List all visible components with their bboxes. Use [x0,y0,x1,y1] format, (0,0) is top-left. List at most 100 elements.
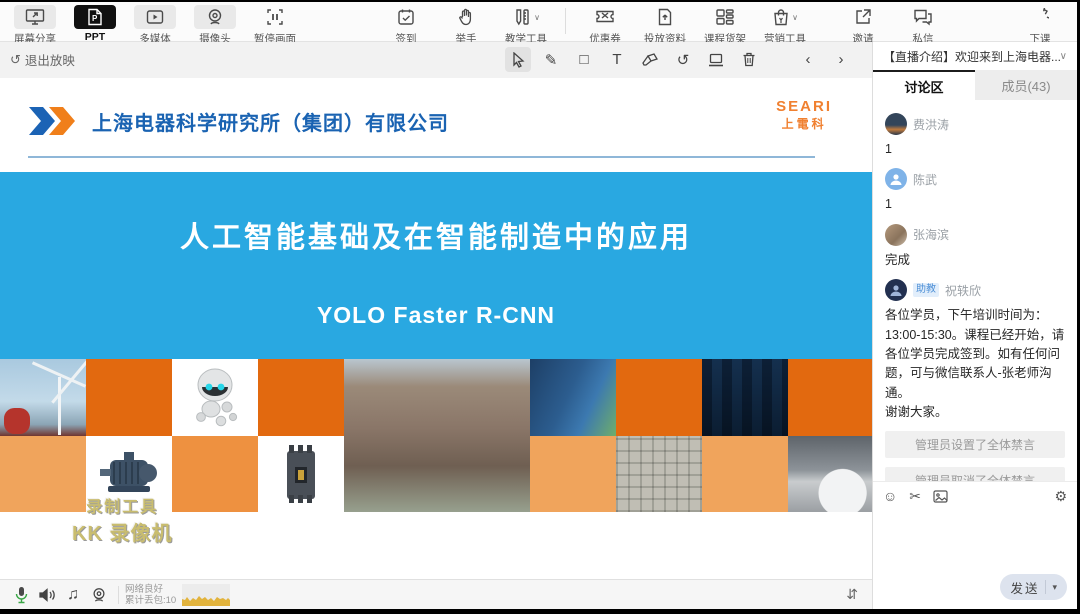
send-button[interactable]: 发送 ▾ [1000,574,1067,600]
toolbar-teaching-tools[interactable]: ∨ 教学工具 [505,2,547,46]
shape-tool[interactable]: □ [571,47,597,72]
live-intro-title: 【直播介绍】欢迎来到上海电器... [883,48,1060,65]
speaker-icon [38,587,56,603]
send-options-caret-icon: ▾ [1052,582,1057,593]
toolbar-screen-share[interactable]: 屏幕分享 [14,2,56,46]
toolbar-group-teaching: 签到 举手 ∨ 教学工具 优惠券 [385,2,806,42]
toolbar-raise-hand[interactable]: 举手 [445,2,487,46]
teaching-tools-icon: ∨ [505,5,547,29]
chat-sidebar: 【直播介绍】欢迎来到上海电器... ∨ 讨论区 成员(43) 费洪涛 1 陈武 [872,42,1077,609]
toolbar-marketing-tools[interactable]: ∨ 营销工具 [764,2,806,46]
chat-message-input[interactable] [873,508,1077,566]
next-slide-button[interactable]: › [828,47,854,72]
undo-icon: ↺ [677,51,690,69]
toolbar-materials[interactable]: 投放资料 [644,2,686,46]
toolbar-course-shelf[interactable]: 课程货架 [704,2,746,46]
board-tool[interactable] [703,47,729,72]
header-rule [28,156,815,158]
calendar-check-icon [385,5,427,29]
collapse-panel-button[interactable]: ⇵ [846,586,858,603]
cursor-icon [511,52,525,68]
send-divider [1045,580,1046,594]
exit-slideshow-button[interactable]: ↺ 退出放映 [10,50,75,69]
stage-bar: ↺ 退出放映 ✎ □ T ↺ ‹ › [0,42,872,78]
message-text: 完成 [885,251,1065,270]
network-waveform [182,584,230,606]
slide-canvas: 上海电器科学研究所（集团）有限公司 SEARI 上電科 人工智能基础及在智能制造… [0,78,872,579]
eraser-tool[interactable] [637,47,663,72]
speaker-button[interactable] [34,587,60,603]
toolbar-coupon[interactable]: 优惠券 [584,2,626,46]
slide-subtitle: YOLO Faster R-CNN [0,302,872,329]
toolbar-group-end: 下课 [1019,2,1061,42]
music-button[interactable]: ♫ [60,586,86,604]
avatar [885,168,907,190]
tab-discussion[interactable]: 讨论区 [873,70,975,100]
chevron-down-icon: ∨ [1060,51,1067,62]
logo-text-cn: 上電科 [776,115,832,132]
photo-wind-turbine [0,359,86,436]
toolbar-camera[interactable]: 摄像头 [194,2,236,46]
undo-tool[interactable]: ↺ [670,47,696,72]
message-text: 各位学员，下午培训时间为：13:00-15:30。课程已经开始，请各位学员完成签… [885,306,1065,403]
avatar [885,224,907,246]
tab-members[interactable]: 成员(43) [975,70,1077,100]
chevron-right-icon: › [839,51,844,68]
packet-loss-text: 累计丢包:10 [125,595,176,606]
chevron-down-icon: ∨ [792,13,798,22]
toolbar-direct-message[interactable]: 私信 [902,2,944,46]
select-tool[interactable] [505,47,531,72]
pen-tool[interactable]: ✎ [538,47,564,72]
avatar [885,113,907,135]
trash-icon [742,52,756,67]
microphone-button[interactable] [8,586,34,604]
network-status-text: 网络良好 [125,584,176,595]
message-text: 谢谢大家。 [885,403,1065,422]
message-text: 1 [885,195,1065,214]
photo-institute-building [344,359,530,512]
watermark-line2: KK 录像机 [72,517,172,546]
board-icon [708,53,724,67]
text-tool[interactable]: T [604,47,630,72]
sidebar-tabs: 讨论区 成员(43) [873,70,1077,100]
toolbar-multimedia[interactable]: 多媒体 [134,2,176,46]
toolbar-check-in[interactable]: 签到 [385,2,427,46]
app-window: 屏幕分享 P PPT 多媒体 摄像头 [0,2,1077,609]
avatar [885,279,907,301]
emoji-button[interactable]: ☺ [883,488,897,504]
slide-title: 人工智能基础及在智能制造中的应用 [0,214,872,256]
orange-tile [616,359,702,436]
exit-slideshow-label: 退出放映 [25,50,75,69]
microphone-icon [15,586,28,604]
chevron-down-icon: ∨ [534,13,540,22]
live-intro-header[interactable]: 【直播介绍】欢迎来到上海电器... ∨ [873,42,1077,70]
toolbar-ppt[interactable]: P PPT [74,2,116,43]
invite-icon [842,5,884,29]
photo-solar-panels [530,359,616,436]
author-name: 陈武 [913,171,937,188]
raise-hand-icon [445,5,487,29]
photo-collage [0,359,872,512]
image-icon [933,490,948,503]
seari-logo: SEARI 上電科 [776,98,832,132]
system-message: 管理员取消了全体禁言 [885,467,1065,481]
toolbar-pause-frame[interactable]: 暂停画面 [254,2,296,46]
chat-settings-button[interactable]: ⚙ [1054,488,1067,505]
prev-slide-button[interactable]: ‹ [795,47,821,72]
orange-tile [258,359,344,436]
webcam-button[interactable] [86,587,112,603]
chat-feed[interactable]: 费洪涛 1 陈武 1 张海滨 完成 [873,100,1077,481]
music-note-icon: ♫ [67,586,79,604]
materials-icon [644,5,686,29]
toolbar-end-class[interactable]: 下课 [1019,2,1061,46]
toolbar-invite[interactable]: 邀请 [842,2,884,46]
direct-message-icon [902,5,944,29]
cut-button[interactable]: ✂ [909,488,921,505]
collapse-icon: ⇵ [846,586,858,602]
image-button[interactable] [933,490,948,503]
replay-icon: ↺ [10,52,21,68]
pause-frame-icon [254,5,296,29]
clear-tool[interactable] [736,47,762,72]
media-play-icon [134,5,176,29]
chat-message: 张海滨 完成 [885,224,1065,270]
